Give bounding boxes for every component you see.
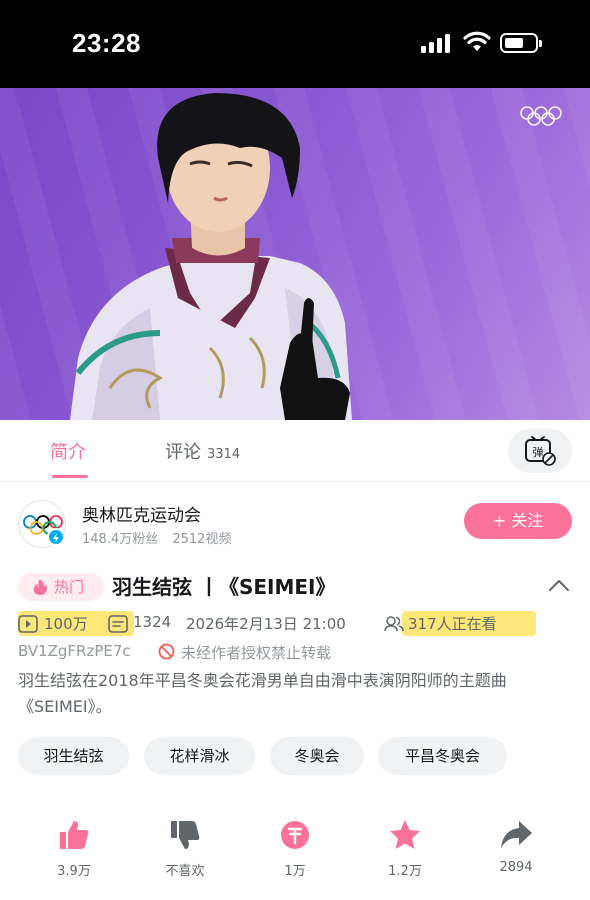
flame-icon (33, 579, 47, 595)
tab-comments-label: 评论 (165, 442, 201, 463)
verified-badge-icon (47, 528, 65, 546)
tab-comments[interactable]: 评论 3314 (165, 438, 240, 464)
tag-item[interactable]: 平昌冬奥会 (378, 737, 507, 775)
danmaku-count: 1324 (133, 613, 172, 631)
forbidden-icon (158, 643, 175, 660)
star-icon (390, 820, 420, 849)
play-count-icon (18, 615, 38, 633)
uploader-followers: 148.4万粉丝 (82, 532, 159, 547)
copyright-notice: 未经作者授权禁止转载 (158, 642, 331, 663)
favorite-count: 1.2万 (388, 864, 422, 879)
tab-intro[interactable]: 简介 (50, 438, 86, 464)
like-count: 3.9万 (57, 864, 91, 879)
coin-icon (281, 821, 309, 849)
thumbs-down-icon (171, 821, 200, 849)
dislike-label: 不喜欢 (165, 864, 205, 879)
tab-bar: 简介 评论 3314 (0, 420, 590, 482)
uploader-name[interactable]: 奥林匹克运动会 (82, 501, 201, 526)
tag-item[interactable]: 羽生结弦 (18, 737, 129, 775)
video-player[interactable] (0, 88, 590, 420)
uploader-videos: 2512视频 (172, 532, 232, 547)
tag-item[interactable]: 冬奥会 (270, 737, 364, 775)
publish-time: 2026年2月13日 21:00 (186, 615, 346, 633)
copyright-notice-text: 未经作者授权禁止转载 (181, 644, 332, 662)
wifi-icon (463, 31, 491, 51)
video-title: 羽生结弦 丨《SEIMEI》 (112, 575, 336, 599)
share-button[interactable]: 2894 (476, 818, 556, 875)
follow-button[interactable]: + 关注 (464, 503, 572, 539)
chevron-up-icon[interactable] (548, 578, 570, 592)
thumbs-up-icon (60, 821, 89, 849)
view-count: 100万 (44, 615, 88, 633)
status-bar: 23:28 (0, 0, 590, 88)
hot-badge[interactable]: 热门 (18, 573, 104, 601)
active-tab-indicator (52, 475, 88, 478)
uploader-stats: 148.4万粉丝 2512视频 (82, 528, 231, 547)
danmaku-toggle-button[interactable]: 弹 (508, 429, 572, 473)
svg-text:弹: 弹 (533, 445, 544, 459)
share-count: 2894 (499, 860, 533, 875)
viewers-icon (384, 616, 404, 632)
watching-now: 317人正在看 (408, 615, 497, 633)
video-description: 羽生结弦在2018年平昌冬奥会花滑男单自由滑中表演阴阳师的主题曲《SEIMEI》… (18, 671, 507, 716)
dislike-button[interactable]: 不喜欢 (145, 818, 225, 879)
share-arrow-icon (501, 821, 532, 848)
danmaku-count-icon (108, 615, 128, 633)
battery-icon (500, 33, 542, 53)
coin-button[interactable]: 1万 (255, 818, 335, 879)
skater-figure (70, 93, 352, 420)
like-button[interactable]: 3.9万 (34, 818, 114, 879)
status-time: 23:28 (72, 28, 141, 58)
danmaku-toggle-icon: 弹 (525, 436, 556, 466)
hot-label: 热门 (54, 578, 85, 596)
cellular-signal-icon (421, 33, 453, 53)
comments-count: 3314 (207, 447, 241, 462)
tag-item[interactable]: 花样滑冰 (144, 737, 255, 775)
favorite-button[interactable]: 1.2万 (365, 818, 445, 879)
bvid: BV1ZgFRzPE7c (18, 642, 131, 660)
coin-count: 1万 (284, 864, 306, 879)
